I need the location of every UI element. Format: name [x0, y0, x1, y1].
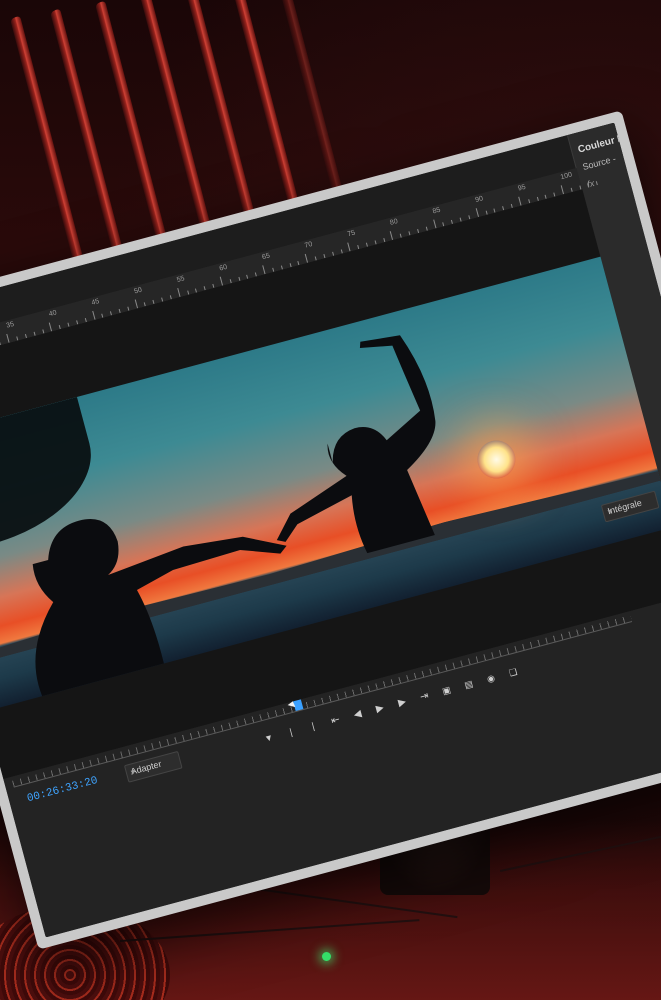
- ruler-label: 65: [261, 252, 271, 262]
- comparison-view-icon[interactable]: ❏: [505, 664, 522, 681]
- step-back-icon[interactable]: ◀: [349, 706, 366, 723]
- ruler-label: 95: [517, 183, 527, 193]
- ruler-label: 40: [48, 309, 58, 319]
- ruler-label: 75: [346, 229, 356, 239]
- mark-out-icon[interactable]: ❘: [305, 717, 322, 734]
- chevron-down-icon: ▾: [129, 766, 136, 777]
- ruler-label: 100: [559, 171, 573, 182]
- ruler-label: 35: [5, 320, 15, 330]
- go-to-in-icon[interactable]: ⇤: [327, 712, 344, 729]
- panel-title[interactable]: Couleur L: [577, 133, 625, 156]
- ruler-label: 80: [389, 218, 399, 227]
- ruler-label: 70: [304, 240, 314, 250]
- ruler-label: 85: [431, 206, 442, 216]
- ruler-label: 45: [90, 298, 101, 307]
- insert-icon[interactable]: ▣: [438, 682, 455, 699]
- ruler-label: 60: [218, 263, 229, 273]
- ruler-label: 50: [133, 286, 143, 296]
- mark-in-icon[interactable]: ❘: [282, 723, 299, 740]
- power-led: [322, 952, 331, 961]
- marker-icon[interactable]: ▼: [260, 729, 277, 746]
- play-icon[interactable]: ▶: [371, 700, 388, 717]
- export-frame-icon[interactable]: ◉: [482, 670, 499, 687]
- go-to-out-icon[interactable]: ⇥: [416, 688, 433, 705]
- source-label[interactable]: Source -: [581, 154, 616, 172]
- step-forward-icon[interactable]: ▶: [393, 694, 410, 711]
- ruler-label: 90: [474, 195, 484, 205]
- overwrite-icon[interactable]: ▤: [460, 676, 477, 693]
- ruler-label: 55: [176, 275, 186, 284]
